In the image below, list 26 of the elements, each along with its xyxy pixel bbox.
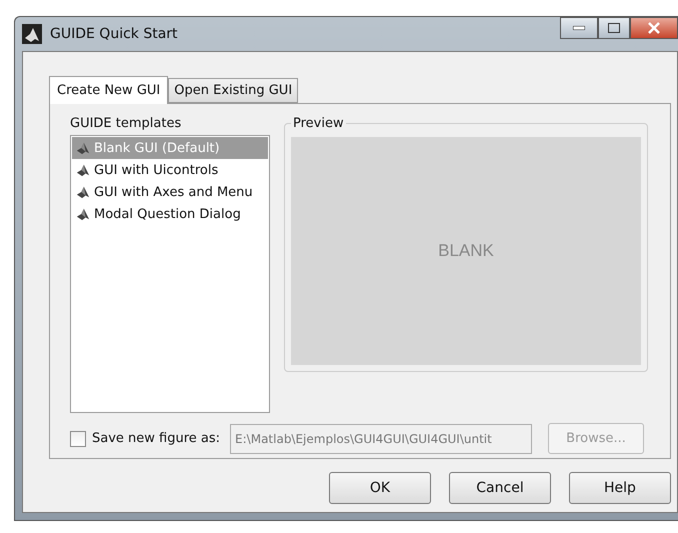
- template-item[interactable]: GUI with Uicontrols: [72, 159, 268, 181]
- dialog-button[interactable]: OK: [329, 472, 431, 504]
- template-item[interactable]: Modal Question Dialog: [72, 203, 268, 225]
- templates-label: GUIDE templates: [70, 116, 182, 131]
- template-item[interactable]: GUI with Axes and Menu: [72, 181, 268, 203]
- matlab-logo-icon: [22, 24, 42, 44]
- path-field[interactable]: E:\Matlab\Ejemplos\GUI4GUI\GUI4GUI\untit: [230, 424, 532, 454]
- dialog-button[interactable]: Help: [569, 472, 671, 504]
- save-checkbox[interactable]: [70, 430, 86, 446]
- matlab-logo-icon: [76, 185, 90, 199]
- preview-text: BLANK: [438, 241, 494, 261]
- matlab-logo-icon: [76, 141, 90, 155]
- close-button[interactable]: [630, 17, 678, 39]
- save-label: Save new figure as:: [92, 431, 220, 446]
- dialog-button[interactable]: Cancel: [449, 472, 551, 504]
- preview-label: Preview: [292, 116, 345, 131]
- matlab-logo-icon: [76, 163, 90, 177]
- maximize-button[interactable]: [598, 17, 630, 39]
- matlab-logo-icon: [76, 207, 90, 221]
- minimize-button[interactable]: [560, 17, 598, 39]
- close-icon: [648, 22, 660, 34]
- tab[interactable]: Open Existing GUI: [168, 78, 298, 103]
- maximize-icon: [608, 23, 620, 33]
- tab[interactable]: Create New GUI: [49, 76, 168, 104]
- minimize-icon: [573, 26, 585, 30]
- window-title: GUIDE Quick Start: [50, 26, 178, 42]
